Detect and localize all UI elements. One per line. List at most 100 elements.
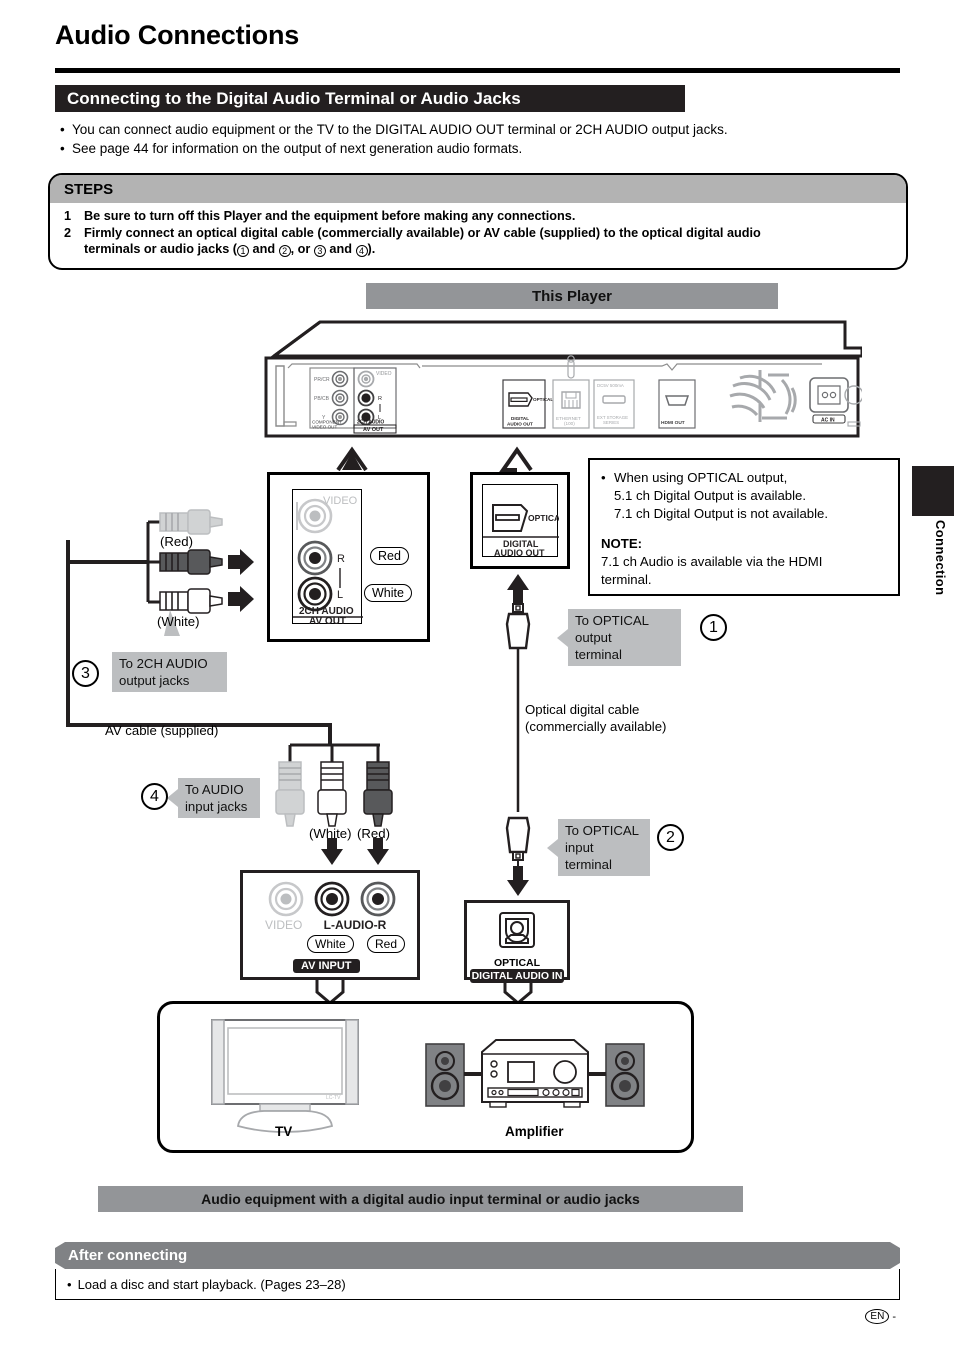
- circled-number-3: 3: [313, 245, 326, 257]
- after-connecting-body: • Load a disc and start playback. (Pages…: [55, 1269, 900, 1300]
- tag-to-optical-input-terminal: To OPTICAL input terminal: [558, 819, 650, 876]
- tag-line-1: To OPTICAL output: [575, 613, 649, 645]
- en-badge: EN: [865, 1309, 890, 1324]
- digital-audio-out-callout: OPTICAL DIGITAL AUDIO OUT: [470, 472, 570, 569]
- circled-number-2: 2: [278, 245, 291, 257]
- note-line-2: 5.1 ch Digital Output is available.: [614, 488, 807, 503]
- svg-text:VIDEO: VIDEO: [376, 371, 392, 377]
- step-number: 2: [64, 225, 72, 240]
- audio-equipment-box: LC-TV TV Amplifier: [157, 1001, 694, 1153]
- svg-text:PR/CR: PR/CR: [314, 377, 330, 383]
- note-bullet-text: When using OPTICAL output, 5.1 ch Digita…: [614, 469, 828, 523]
- red-plug-label-top: (Red): [160, 534, 193, 549]
- manual-page: Audio Connections Connecting to the Digi…: [0, 0, 954, 1354]
- svg-text:L-AUDIO-R: L-AUDIO-R: [324, 918, 387, 932]
- amplifier-label: Amplifier: [505, 1124, 564, 1139]
- note-box: • When using OPTICAL output, 5.1 ch Digi…: [588, 458, 900, 596]
- page-title: Audio Connections: [55, 20, 300, 50]
- intro-bullet-list: • You can connect audio equipment or the…: [60, 120, 910, 158]
- svg-text:AUDIO OUT: AUDIO OUT: [494, 548, 545, 558]
- this-player-banner: This Player: [366, 283, 778, 309]
- section-heading-bar: Connecting to the Digital Audio Terminal…: [55, 85, 685, 112]
- tag-line-2: output jacks: [119, 673, 190, 688]
- svg-text:AV OUT: AV OUT: [309, 616, 346, 625]
- optical-cable-line-2: (commercially available): [525, 719, 667, 734]
- tag-line-1: To AUDIO: [185, 782, 244, 797]
- pill-white: White: [364, 584, 412, 602]
- pill-red: Red: [367, 935, 406, 953]
- tag-line-2: input jacks: [185, 799, 248, 814]
- av-cable-supplied-label: AV cable (supplied): [105, 723, 219, 738]
- svg-text:DIGITAL: DIGITAL: [511, 416, 529, 421]
- step-text-line2-post: ).: [367, 242, 376, 256]
- svg-text:AUDIO OUT: AUDIO OUT: [507, 422, 533, 427]
- digital-audio-in-badge: DIGITAL AUDIO IN: [470, 969, 564, 983]
- tag-line-2: terminal: [575, 647, 622, 662]
- chapter-tab-label: Connection: [933, 520, 948, 596]
- step-2: 2 Firmly connect an optical digital cabl…: [64, 225, 892, 258]
- av-out-jack-panel: VIDEO R L 2CH AUDIO AV OUT: [292, 489, 363, 627]
- list-item: • See page 44 for information on the out…: [60, 139, 910, 158]
- white-plug-label-bottom: (White): [309, 826, 352, 841]
- step-text: Firmly connect an optical digital cable …: [84, 225, 761, 258]
- tag-line-2: input terminal: [565, 840, 612, 872]
- red-plug-label-bottom: (Red): [357, 826, 390, 841]
- conjunction-or: , or: [290, 242, 314, 256]
- note-line-3: 7.1 ch Digital Output is not available.: [614, 506, 829, 521]
- optical-cable-line-1: Optical digital cable: [525, 702, 640, 717]
- av-input-badge: AV INPUT: [293, 959, 360, 973]
- title-divider: [55, 68, 900, 73]
- svg-text:AC IN: AC IN: [821, 418, 835, 424]
- optical-cable-label: Optical digital cable (commercially avai…: [525, 701, 666, 735]
- bullet-icon: •: [601, 470, 606, 485]
- svg-text:VIDEO OUT: VIDEO OUT: [312, 425, 337, 430]
- intro-bullet-1: You can connect audio equipment or the T…: [72, 122, 728, 137]
- svg-text:VIDEO: VIDEO: [323, 495, 358, 507]
- step-circle-2: 2: [657, 824, 684, 851]
- svg-text:VIDEO: VIDEO: [265, 918, 302, 932]
- av-input-box: VIDEO L-AUDIO-R White Red AV INPUT: [240, 870, 420, 980]
- optical-label: OPTICAL: [493, 957, 541, 969]
- player-rear-panel-illustration: PR/CR PB/CB Y COMPONENT VIDEO OUT VIDEO …: [262, 318, 862, 450]
- svg-text:OPTICAL: OPTICAL: [528, 513, 559, 523]
- step-1: 1 Be sure to turn off this Player and th…: [64, 208, 892, 225]
- step-circle-4: 4: [141, 783, 168, 810]
- note-body-line-1: 7.1 ch Audio is available via the HDMI: [601, 554, 823, 569]
- tag-line-1: To OPTICAL: [565, 823, 640, 838]
- bullet-icon: •: [60, 122, 65, 137]
- svg-text:SERIES: SERIES: [603, 420, 619, 425]
- svg-text:HDMI OUT: HDMI OUT: [661, 420, 685, 426]
- svg-text:OPTICAL: OPTICAL: [533, 397, 553, 402]
- optical-out-panel: OPTICAL DIGITAL AUDIO OUT: [482, 484, 565, 558]
- conjunction-and: and: [249, 242, 279, 256]
- av-out-callout: VIDEO R L 2CH AUDIO AV OUT Red White: [267, 472, 430, 642]
- tag-to-2ch-audio-output-jacks: To 2CH AUDIO output jacks: [112, 652, 227, 692]
- step-number: 1: [64, 209, 72, 223]
- svg-text:R: R: [378, 396, 382, 402]
- pill-white: White: [307, 935, 354, 953]
- tag-to-optical-output-terminal: To OPTICAL output terminal: [568, 609, 681, 666]
- after-connecting-heading: After connecting: [55, 1242, 900, 1269]
- page-footer-mark: EN -: [865, 1309, 896, 1324]
- note-line-1: When using OPTICAL output,: [614, 470, 788, 485]
- white-plug-label-top: (White): [157, 614, 200, 629]
- chapter-tab-block: [912, 466, 954, 516]
- svg-text:(100): (100): [564, 421, 575, 426]
- note-body-line-2: terminal.: [601, 572, 652, 587]
- svg-text:LC-TV: LC-TV: [326, 1095, 341, 1101]
- svg-text:R: R: [337, 553, 345, 565]
- circled-number-4: 4: [355, 245, 368, 257]
- bullet-icon: •: [60, 141, 65, 156]
- steps-body: 1 Be sure to turn off this Player and th…: [50, 203, 906, 258]
- svg-text:AV OUT: AV OUT: [363, 427, 384, 433]
- step-text: Be sure to turn off this Player and the …: [84, 209, 576, 223]
- step-text-line1: Firmly connect an optical digital cable …: [84, 225, 761, 240]
- tag-to-audio-input-jacks: To AUDIO input jacks: [178, 778, 260, 818]
- pill-red: Red: [370, 547, 409, 565]
- note-bullet: • When using OPTICAL output, 5.1 ch Digi…: [601, 469, 887, 523]
- tag-line-1: To 2CH AUDIO: [119, 656, 208, 671]
- after-connecting-box: After connecting • Load a disc and start…: [55, 1242, 900, 1300]
- tv-label: TV: [275, 1124, 293, 1139]
- list-item: • You can connect audio equipment or the…: [60, 120, 910, 139]
- step-circle-3: 3: [72, 660, 99, 687]
